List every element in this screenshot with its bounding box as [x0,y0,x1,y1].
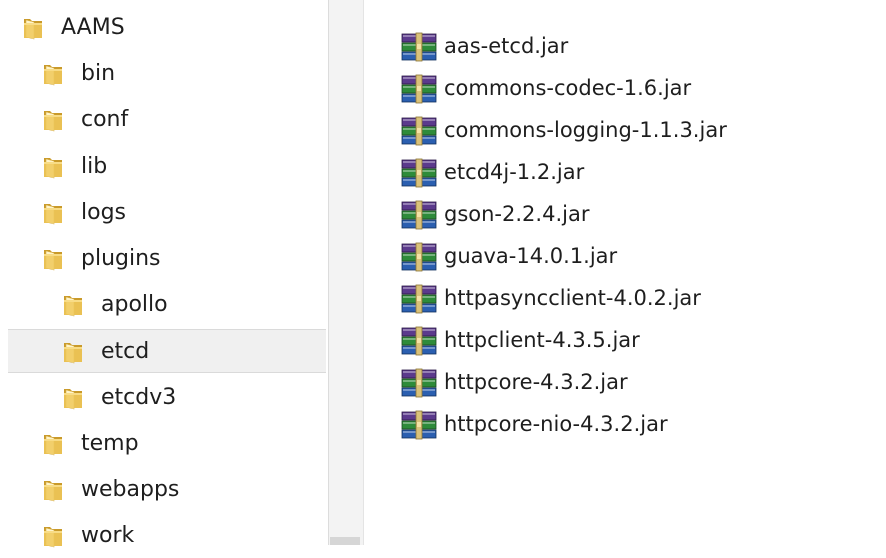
file-name: commons-codec-1.6.jar [444,76,692,100]
file-name: gson-2.2.4.jar [444,202,590,226]
winrar-archive-icon [400,410,438,440]
folder-icon [62,293,84,317]
folder-tree-pane: AAMS bin conf lib logs plugins apollo etcd etcdv… [0,0,328,548]
folder-icon [42,155,64,179]
tree-item-bin[interactable]: bin [8,52,326,96]
file-name: etcd4j-1.2.jar [444,160,585,184]
tree-item-conf[interactable]: conf [8,98,326,142]
file-item[interactable]: gson-2.2.4.jar [400,194,860,234]
tree-item-label: apollo [101,292,168,318]
winrar-archive-icon [400,284,438,314]
tree-item-label: conf [81,107,129,133]
tree-item-etcdv3[interactable]: etcdv3 [8,376,326,420]
folder-icon [42,108,64,132]
file-name: aas-etcd.jar [444,34,569,58]
file-item[interactable]: aas-etcd.jar [400,26,860,66]
tree-item-label: work [81,523,135,549]
winrar-archive-icon [400,200,438,230]
file-name: guava-14.0.1.jar [444,244,618,268]
pane-splitter[interactable] [328,0,364,545]
tree-item-label: etcdv3 [101,384,177,410]
folder-icon [42,432,64,456]
tree-item-temp[interactable]: temp [8,422,326,466]
winrar-archive-icon [400,242,438,272]
tree-item-webapps[interactable]: webapps [8,468,326,512]
tree-item-aams[interactable]: AAMS [8,6,326,50]
tree-item-work[interactable]: work [8,514,326,558]
tree-item-label: logs [81,199,126,225]
file-name: httpcore-4.3.2.jar [444,370,628,394]
winrar-archive-icon [400,326,438,356]
tree-horizontal-scrollbar[interactable] [330,537,360,545]
tree-item-label: temp [81,430,139,456]
folder-icon [42,62,64,86]
tree-item-label: bin [81,61,116,87]
folder-icon [62,386,84,410]
winrar-archive-icon [400,74,438,104]
tree-item-lib[interactable]: lib [8,145,326,189]
folder-icon [42,247,64,271]
tree-item-etcd[interactable]: etcd [8,329,326,374]
file-name: commons-logging-1.1.3.jar [444,118,727,142]
file-item[interactable]: guava-14.0.1.jar [400,236,860,276]
tree-item-label: etcd [101,339,150,365]
file-name: httpclient-4.3.5.jar [444,328,640,352]
file-item[interactable]: httpasyncclient-4.0.2.jar [400,278,860,318]
file-item[interactable]: commons-codec-1.6.jar [400,68,860,108]
file-item[interactable]: etcd4j-1.2.jar [400,152,860,192]
tree-item-label: lib [81,153,108,179]
winrar-archive-icon [400,158,438,188]
tree-item-apollo[interactable]: apollo [8,283,326,327]
file-item[interactable]: httpclient-4.3.5.jar [400,320,860,360]
tree-item-label: plugins [81,246,161,271]
winrar-archive-icon [400,368,438,398]
folder-icon [62,340,84,364]
file-name: httpasyncclient-4.0.2.jar [444,286,701,310]
folder-icon [42,201,64,225]
winrar-archive-icon [400,116,438,146]
file-item[interactable]: httpcore-4.3.2.jar [400,362,860,402]
tree-item-label: webapps [81,477,180,502]
file-item[interactable]: commons-logging-1.1.3.jar [400,110,860,150]
folder-icon [22,16,44,40]
file-item[interactable]: httpcore-nio-4.3.2.jar [400,404,860,444]
winrar-archive-icon [400,32,438,62]
tree-item-label: AAMS [61,15,125,40]
tree-item-plugins[interactable]: plugins [8,237,326,281]
folder-icon [42,478,64,502]
file-name: httpcore-nio-4.3.2.jar [444,412,668,436]
tree-item-logs[interactable]: logs [8,191,326,235]
